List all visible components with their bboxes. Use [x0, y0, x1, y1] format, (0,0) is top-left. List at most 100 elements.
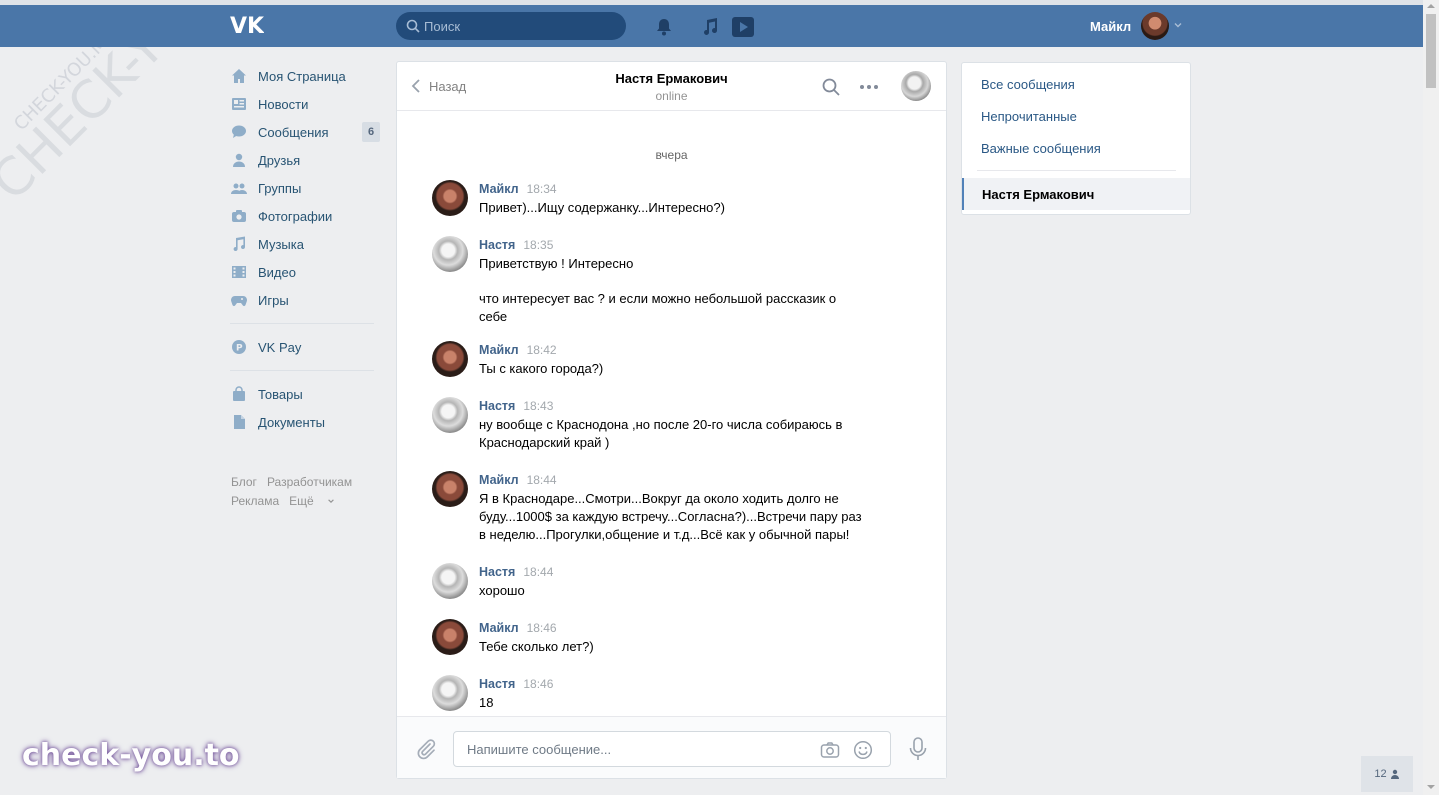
message-time: 18:46	[523, 677, 554, 691]
shopping-bag-icon	[233, 386, 245, 401]
message: Майкл 18:44 Я в Краснодаре...Смотри...Вок…	[432, 471, 872, 547]
message-author[interactable]: Настя 18:43	[479, 399, 553, 413]
message-text: ну вообще с Краснодона ,но после 20-го ч…	[479, 417, 843, 450]
avatar[interactable]	[432, 180, 468, 216]
menu-label: Товары	[258, 386, 303, 402]
bell-icon[interactable]	[654, 17, 674, 37]
camera-icon[interactable]	[820, 740, 840, 760]
menu-label: Музыка	[258, 236, 304, 252]
author-name: Настя	[479, 399, 516, 413]
message-time: 18:46	[526, 621, 557, 635]
message: Майкл 18:46 Тебе сколько лет?)	[432, 619, 872, 659]
avatar[interactable]	[432, 471, 468, 507]
menu-item-friends[interactable]: Друзья	[230, 146, 380, 174]
search-placeholder: Поиск	[424, 18, 461, 34]
chevron-down-icon[interactable]	[1173, 20, 1183, 30]
menu-item-music[interactable]: Музыка	[230, 230, 380, 258]
menu-label: VK Pay	[258, 339, 302, 355]
footer-more-label: Ещё	[289, 494, 314, 508]
message-text: Приветствую ! Интересно что интересует в…	[479, 256, 837, 324]
music-icon[interactable]	[700, 17, 720, 37]
menu-item-goods[interactable]: Товары	[230, 380, 380, 408]
messages-icon	[232, 125, 246, 138]
message-text: Тебе сколько лет?)	[479, 639, 594, 654]
menu-item-photos[interactable]: Фотографии	[230, 202, 380, 230]
filter-unread[interactable]: Непрочитанные	[981, 109, 1077, 124]
menu-divider	[230, 323, 374, 324]
avatar[interactable]	[432, 236, 468, 272]
message-time: 18:35	[523, 238, 554, 252]
menu-item-documents[interactable]: Документы	[230, 408, 380, 436]
message-author[interactable]: Настя 18:44	[479, 565, 553, 579]
message-author[interactable]: Майкл 18:46	[479, 621, 557, 635]
search-icon[interactable]	[821, 77, 841, 97]
menu-label: Документы	[258, 414, 326, 430]
document-icon	[234, 415, 245, 429]
avatar[interactable]	[432, 341, 468, 377]
avatar[interactable]	[432, 563, 468, 599]
person-icon	[1390, 769, 1399, 779]
avatar[interactable]	[432, 619, 468, 655]
footer-developers-link[interactable]: Разработчикам	[267, 475, 352, 489]
message-input[interactable]: Напишите сообщение...	[453, 731, 891, 767]
filter-all-messages[interactable]: Все сообщения	[981, 77, 1075, 92]
avatar[interactable]	[432, 397, 468, 433]
message-author[interactable]: Настя 18:46	[479, 677, 553, 691]
page-scrollbar[interactable]	[1423, 0, 1439, 795]
online-people-widget[interactable]: 12	[1361, 756, 1413, 792]
microphone-icon[interactable]	[908, 737, 928, 761]
day-separator: вчера	[655, 148, 688, 162]
friends-icon	[233, 153, 245, 167]
scroll-thumb[interactable]	[1426, 14, 1436, 88]
menu-item-vkpay[interactable]: P VK Pay	[230, 333, 380, 361]
emoji-icon[interactable]	[853, 740, 873, 760]
message-author[interactable]: Настя 18:35	[479, 238, 553, 252]
menu-item-messages[interactable]: Сообщения 6	[230, 118, 380, 146]
author-name: Настя	[479, 238, 516, 252]
footer-blog-link[interactable]: Блог	[231, 475, 257, 489]
message-composer: Напишите сообщение...	[397, 716, 946, 778]
left-menu: Моя Страница Новости Сообщения 6 Друзья …	[230, 62, 380, 436]
play-icon[interactable]	[731, 15, 755, 39]
header-avatar[interactable]	[1141, 12, 1169, 40]
header-user-name[interactable]: Майкл	[1090, 19, 1131, 34]
filter-important[interactable]: Важные сообщения	[981, 141, 1101, 156]
avatar[interactable]	[432, 675, 468, 711]
search-icon	[406, 19, 420, 33]
message-author[interactable]: Майкл 18:44	[479, 473, 557, 487]
author-name: Майкл	[479, 621, 519, 635]
message-text: Ты с какого города?)	[479, 361, 604, 376]
scroll-up-icon[interactable]	[1423, 0, 1439, 12]
watermark-text: check-you.to	[22, 738, 240, 773]
message-author[interactable]: Майкл 18:42	[479, 343, 557, 357]
video-icon	[232, 266, 246, 278]
menu-item-games[interactable]: Игры	[230, 286, 380, 314]
message: Настя 18:35 Приветствую ! Интересно что и…	[432, 236, 872, 326]
paperclip-icon[interactable]	[415, 738, 437, 760]
menu-label: Новости	[258, 96, 309, 112]
scroll-down-icon[interactable]	[1423, 781, 1439, 793]
footer-ads-link[interactable]: Реклама	[231, 494, 279, 508]
vk-logo-icon[interactable]: VK	[230, 13, 264, 37]
author-name: Майкл	[479, 343, 519, 357]
footer-more-link[interactable]: Ещё	[289, 494, 335, 508]
menu-item-my-page[interactable]: Моя Страница	[230, 62, 380, 90]
photos-icon	[232, 210, 246, 222]
menu-label: Игры	[258, 292, 289, 308]
search-input[interactable]: Поиск	[396, 12, 626, 40]
chat-avatar[interactable]	[901, 71, 931, 101]
top-header: VK Поиск Майкл	[0, 0, 1423, 47]
dialog-filters: Все сообщения Непрочитанные Важные сообщ…	[961, 62, 1191, 215]
menu-item-video[interactable]: Видео	[230, 258, 380, 286]
menu-item-news[interactable]: Новости	[230, 90, 380, 118]
author-name: Настя	[479, 677, 516, 691]
menu-label: Моя Страница	[258, 68, 346, 84]
online-count: 12	[1374, 768, 1387, 780]
active-dialog-tab[interactable]: Настя Ермакович	[962, 178, 1190, 210]
menu-item-groups[interactable]: Группы	[230, 174, 380, 202]
svg-text:P: P	[236, 344, 243, 354]
message-text: 18	[479, 695, 494, 710]
message-author[interactable]: Майкл 18:34	[479, 182, 557, 196]
message-time: 18:42	[526, 343, 557, 357]
more-icon[interactable]	[859, 77, 879, 97]
